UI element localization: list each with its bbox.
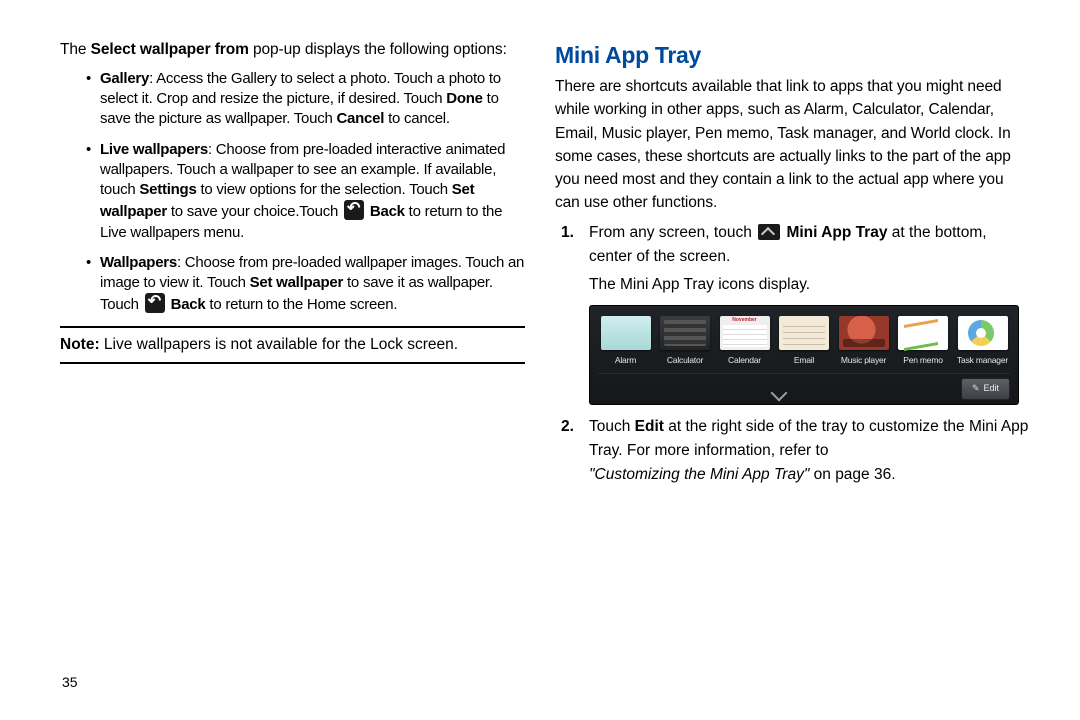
tray-row: Alarm Calculator Calendar Email [598, 316, 1010, 367]
text: on page 36. [814, 466, 896, 483]
tray-label: Calculator [658, 354, 713, 367]
left-column: The Select wallpaper from pop-up display… [60, 40, 545, 700]
text: The [60, 41, 91, 58]
bold-word: Back [171, 296, 206, 313]
tray-label: Alarm [598, 354, 653, 367]
tray-item-alarm: Alarm [598, 316, 653, 367]
back-icon [344, 200, 364, 220]
text: to save your choice.Touch [167, 203, 342, 220]
bold-word: Edit [635, 418, 664, 435]
tray-item-task-manager: Task manager [955, 316, 1010, 367]
page-number: 35 [62, 674, 78, 690]
bold-word: Back [370, 203, 405, 220]
intro-paragraph: The Select wallpaper from pop-up display… [60, 40, 525, 61]
music-icon [839, 316, 889, 350]
option-live-wallpapers: Live wallpapers: Choose from pre-loaded … [86, 140, 525, 243]
text: to cancel. [384, 110, 450, 127]
manual-page: The Select wallpaper from pop-up display… [0, 0, 1080, 720]
text: From any screen, touch [589, 224, 756, 241]
back-icon [145, 293, 165, 313]
tray-item-music-player: Music player [836, 316, 891, 367]
tray-item-calendar: Calendar [717, 316, 772, 367]
chevron-up-icon [758, 224, 780, 240]
bold-phrase: Select wallpaper from [91, 41, 249, 58]
calculator-icon [660, 316, 710, 350]
option-label: Live wallpapers [100, 141, 208, 158]
task-manager-icon [958, 316, 1008, 350]
step-2: Touch Edit at the right side of the tray… [589, 415, 1030, 487]
tray-label: Email [777, 354, 832, 367]
note-text: Live wallpapers is not available for the… [100, 336, 458, 353]
tray-edit-button: Edit [961, 378, 1010, 400]
cross-ref: "Customizing the Mini App Tray" [589, 466, 814, 483]
bold-word: Set wallpaper [250, 274, 343, 291]
chevron-down-icon [598, 383, 961, 395]
tray-label: Pen memo [896, 354, 951, 367]
section-heading: Mini App Tray [555, 42, 1030, 69]
tray-label: Calendar [717, 354, 772, 367]
alarm-icon [601, 316, 651, 350]
step-1: From any screen, touch Mini App Tray at … [589, 221, 1030, 405]
text: pop-up displays the following options: [249, 41, 507, 58]
email-icon [779, 316, 829, 350]
right-column: Mini App Tray There are shortcuts availa… [545, 40, 1030, 700]
tray-item-calculator: Calculator [658, 316, 713, 367]
section-intro: There are shortcuts available that link … [555, 75, 1030, 215]
tray-item-email: Email [777, 316, 832, 367]
edit-label: Edit [983, 382, 999, 396]
bold-word: Settings [139, 181, 196, 198]
tray-label: Task manager [955, 354, 1010, 367]
option-gallery: Gallery: Access the Gallery to select a … [86, 69, 525, 130]
mini-app-tray-figure: Alarm Calculator Calendar Email [589, 305, 1019, 405]
steps-list: From any screen, touch Mini App Tray at … [555, 221, 1030, 487]
note-block: Note: Live wallpapers is not available f… [60, 326, 525, 364]
note-label: Note: [60, 336, 100, 353]
bold-word: Cancel [336, 110, 384, 127]
option-wallpapers: Wallpapers: Choose from pre-loaded wallp… [86, 253, 525, 316]
bold-word: Done [446, 90, 483, 107]
text: to return to the Home screen. [205, 296, 397, 313]
text: Touch [589, 418, 635, 435]
text: The Mini App Tray icons display. [589, 276, 810, 293]
text: to view options for the selection. Touch [197, 181, 452, 198]
tray-bottom-bar: Edit [598, 373, 1010, 400]
bold-phrase: Mini App Tray [786, 224, 887, 241]
pen-memo-icon [898, 316, 948, 350]
options-list: Gallery: Access the Gallery to select a … [60, 69, 525, 316]
option-label: Gallery [100, 70, 149, 87]
option-label: Wallpapers [100, 254, 177, 271]
tray-label: Music player [836, 354, 891, 367]
text: : Access the Gallery to select a photo. … [100, 70, 501, 107]
tray-item-pen-memo: Pen memo [896, 316, 951, 367]
calendar-icon [720, 316, 770, 350]
